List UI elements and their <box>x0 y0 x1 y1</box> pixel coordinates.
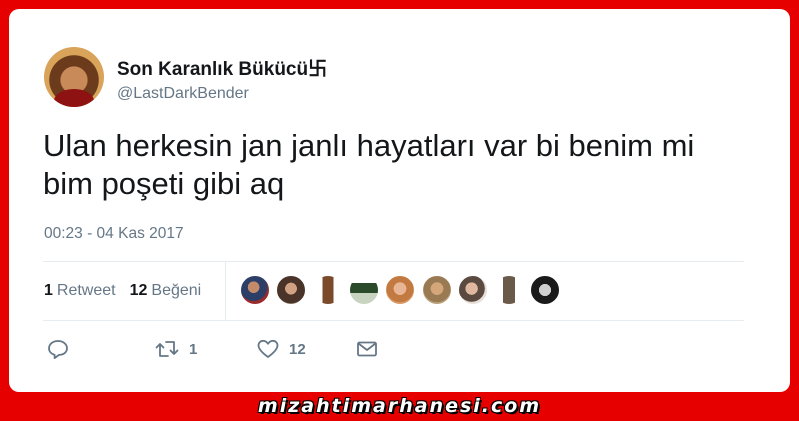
watermark-bar: mizahtimarhanesi.com <box>0 392 799 421</box>
reply-icon <box>48 340 68 359</box>
tweet-stats: 1 Retweet 12 Beğeni <box>44 282 215 300</box>
stats-separator <box>225 262 226 320</box>
retweet-label: Retweet <box>56 282 116 299</box>
user-handle[interactable]: @LastDarkBender <box>117 85 249 103</box>
retweet-action-count: 1 <box>189 340 198 358</box>
tweet-timestamp[interactable]: 00:23 - 04 Kas 2017 <box>44 225 184 243</box>
liker-avatar[interactable] <box>276 275 306 305</box>
divider-top <box>43 261 744 262</box>
envelope-icon <box>357 341 377 357</box>
heart-icon <box>257 339 279 358</box>
avatar[interactable] <box>44 47 104 107</box>
liker-avatar[interactable] <box>494 275 524 305</box>
tweet-card: Son Karanlık Bükücü卐 @LastDarkBender Ula… <box>9 9 790 392</box>
avatar-shirt <box>54 89 94 107</box>
tweet-actions: 1 12 <box>47 339 387 361</box>
like-action-count: 12 <box>289 340 306 358</box>
direct-message-button[interactable] <box>356 339 378 359</box>
like-count: 12 <box>129 282 148 299</box>
like-stat[interactable]: 12 Beğeni <box>130 282 202 300</box>
liker-avatar[interactable] <box>422 275 452 305</box>
divider-bottom <box>43 320 744 321</box>
reply-button[interactable] <box>47 339 69 359</box>
like-label: Beğeni <box>151 282 202 299</box>
liker-avatar[interactable] <box>313 275 343 305</box>
like-button[interactable]: 12 <box>257 339 306 359</box>
watermark-text: mizahtimarhanesi.com <box>257 395 542 417</box>
tweet-text: Ulan herkesin jan janlı hayatları var bi… <box>43 128 695 201</box>
retweet-count: 1 <box>44 282 53 299</box>
liker-avatar[interactable] <box>385 275 415 305</box>
liker-avatar[interactable] <box>458 275 488 305</box>
retweet-button[interactable]: 1 <box>155 339 197 359</box>
retweet-icon <box>155 341 179 357</box>
liker-avatar[interactable] <box>349 275 379 305</box>
retweet-stat[interactable]: 1 Retweet <box>44 282 116 300</box>
liker-avatar[interactable] <box>530 275 560 305</box>
liker-avatar[interactable] <box>240 275 270 305</box>
display-name[interactable]: Son Karanlık Bükücü卐 <box>117 54 327 81</box>
